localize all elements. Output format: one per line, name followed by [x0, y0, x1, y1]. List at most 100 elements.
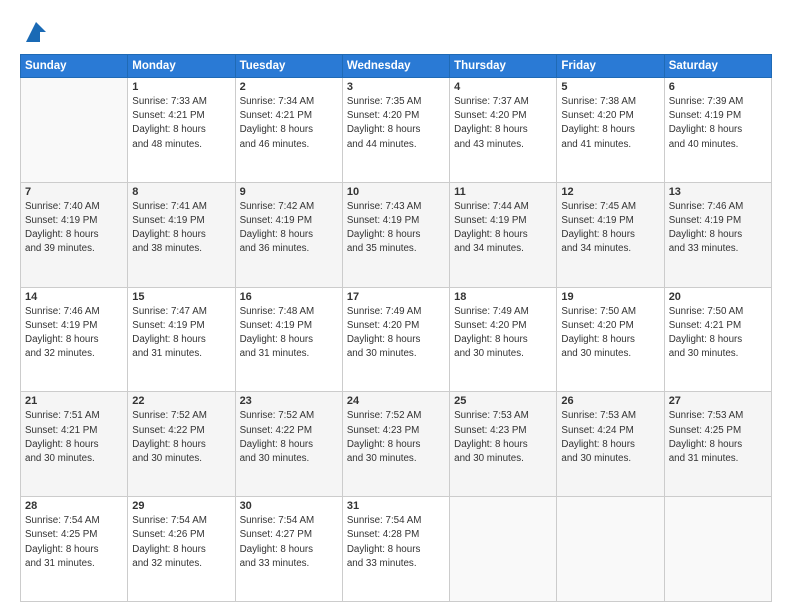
- calendar-cell: 24 Sunrise: 7:52 AM Sunset: 4:23 PM Dayli…: [342, 392, 449, 497]
- cell-content: Sunrise: 7:50 AM Sunset: 4:20 PM Dayligh…: [561, 305, 659, 362]
- calendar-cell: 28 Sunrise: 7:54 AM Sunset: 4:25 PM Dayli…: [21, 497, 128, 602]
- day-number: 22: [132, 395, 230, 407]
- calendar-week-1: 7 Sunrise: 7:40 AM Sunset: 4:19 PM Daylig…: [21, 182, 772, 287]
- day-number: 30: [240, 500, 338, 512]
- cell-content: Sunrise: 7:42 AM Sunset: 4:19 PM Dayligh…: [240, 200, 338, 257]
- cell-content: Sunrise: 7:54 AM Sunset: 4:28 PM Dayligh…: [347, 514, 445, 571]
- day-number: 7: [25, 186, 123, 198]
- cell-content: Sunrise: 7:43 AM Sunset: 4:19 PM Dayligh…: [347, 200, 445, 257]
- cell-content: Sunrise: 7:54 AM Sunset: 4:25 PM Dayligh…: [25, 514, 123, 571]
- day-header-saturday: Saturday: [664, 55, 771, 78]
- day-number: 17: [347, 291, 445, 303]
- calendar-cell: 23 Sunrise: 7:52 AM Sunset: 4:22 PM Dayli…: [235, 392, 342, 497]
- logo-icon: [22, 18, 50, 46]
- calendar-cell: 20 Sunrise: 7:50 AM Sunset: 4:21 PM Dayli…: [664, 287, 771, 392]
- day-number: 18: [454, 291, 552, 303]
- day-number: 1: [132, 81, 230, 93]
- calendar-cell: 18 Sunrise: 7:49 AM Sunset: 4:20 PM Dayli…: [450, 287, 557, 392]
- cell-content: Sunrise: 7:53 AM Sunset: 4:25 PM Dayligh…: [669, 409, 767, 466]
- calendar-cell: 17 Sunrise: 7:49 AM Sunset: 4:20 PM Dayli…: [342, 287, 449, 392]
- calendar-week-3: 21 Sunrise: 7:51 AM Sunset: 4:21 PM Dayli…: [21, 392, 772, 497]
- cell-content: Sunrise: 7:48 AM Sunset: 4:19 PM Dayligh…: [240, 305, 338, 362]
- calendar-cell: [21, 78, 128, 183]
- day-header-monday: Monday: [128, 55, 235, 78]
- day-number: 6: [669, 81, 767, 93]
- calendar-cell: 27Sunrise: 7:53 AM Sunset: 4:25 PM Dayli…: [664, 392, 771, 497]
- cell-content: Sunrise: 7:40 AM Sunset: 4:19 PM Dayligh…: [25, 200, 123, 257]
- calendar-cell: 2 Sunrise: 7:34 AM Sunset: 4:21 PM Daylig…: [235, 78, 342, 183]
- cell-content: Sunrise: 7:37 AM Sunset: 4:20 PM Dayligh…: [454, 95, 552, 152]
- calendar-cell: [664, 497, 771, 602]
- cell-content: Sunrise: 7:39 AM Sunset: 4:19 PM Dayligh…: [669, 95, 767, 152]
- day-number: 23: [240, 395, 338, 407]
- calendar-cell: 6 Sunrise: 7:39 AM Sunset: 4:19 PM Daylig…: [664, 78, 771, 183]
- day-number: 11: [454, 186, 552, 198]
- day-number: 16: [240, 291, 338, 303]
- cell-content: Sunrise: 7:46 AM Sunset: 4:19 PM Dayligh…: [25, 305, 123, 362]
- calendar-cell: 26Sunrise: 7:53 AM Sunset: 4:24 PM Dayli…: [557, 392, 664, 497]
- day-number: 8: [132, 186, 230, 198]
- cell-content: Sunrise: 7:44 AM Sunset: 4:19 PM Dayligh…: [454, 200, 552, 257]
- calendar-cell: 8 Sunrise: 7:41 AM Sunset: 4:19 PM Daylig…: [128, 182, 235, 287]
- day-header-tuesday: Tuesday: [235, 55, 342, 78]
- page: SundayMondayTuesdayWednesdayThursdayFrid…: [0, 0, 792, 612]
- cell-content: Sunrise: 7:54 AM Sunset: 4:27 PM Dayligh…: [240, 514, 338, 571]
- calendar-header-row: SundayMondayTuesdayWednesdayThursdayFrid…: [21, 55, 772, 78]
- calendar-cell: 12Sunrise: 7:45 AM Sunset: 4:19 PM Dayli…: [557, 182, 664, 287]
- day-header-sunday: Sunday: [21, 55, 128, 78]
- day-number: 2: [240, 81, 338, 93]
- calendar-cell: 19 Sunrise: 7:50 AM Sunset: 4:20 PM Dayli…: [557, 287, 664, 392]
- calendar-cell: 4 Sunrise: 7:37 AM Sunset: 4:20 PM Daylig…: [450, 78, 557, 183]
- calendar-cell: 9 Sunrise: 7:42 AM Sunset: 4:19 PM Daylig…: [235, 182, 342, 287]
- calendar-cell: 29Sunrise: 7:54 AM Sunset: 4:26 PM Dayli…: [128, 497, 235, 602]
- day-number: 28: [25, 500, 123, 512]
- day-number: 19: [561, 291, 659, 303]
- day-header-thursday: Thursday: [450, 55, 557, 78]
- cell-content: Sunrise: 7:52 AM Sunset: 4:22 PM Dayligh…: [132, 409, 230, 466]
- calendar-cell: 21 Sunrise: 7:51 AM Sunset: 4:21 PM Dayli…: [21, 392, 128, 497]
- cell-content: Sunrise: 7:41 AM Sunset: 4:19 PM Dayligh…: [132, 200, 230, 257]
- logo: [20, 18, 50, 46]
- calendar-cell: 22 Sunrise: 7:52 AM Sunset: 4:22 PM Dayli…: [128, 392, 235, 497]
- cell-content: Sunrise: 7:51 AM Sunset: 4:21 PM Dayligh…: [25, 409, 123, 466]
- day-number: 21: [25, 395, 123, 407]
- day-number: 3: [347, 81, 445, 93]
- cell-content: Sunrise: 7:35 AM Sunset: 4:20 PM Dayligh…: [347, 95, 445, 152]
- day-number: 12: [561, 186, 659, 198]
- calendar-cell: [557, 497, 664, 602]
- calendar-cell: 15 Sunrise: 7:47 AM Sunset: 4:19 PM Dayli…: [128, 287, 235, 392]
- header: [20, 18, 772, 46]
- calendar-week-0: 1Sunrise: 7:33 AM Sunset: 4:21 PM Daylig…: [21, 78, 772, 183]
- day-number: 10: [347, 186, 445, 198]
- calendar-cell: 11 Sunrise: 7:44 AM Sunset: 4:19 PM Dayli…: [450, 182, 557, 287]
- cell-content: Sunrise: 7:52 AM Sunset: 4:23 PM Dayligh…: [347, 409, 445, 466]
- day-number: 15: [132, 291, 230, 303]
- calendar-table: SundayMondayTuesdayWednesdayThursdayFrid…: [20, 54, 772, 602]
- day-number: 20: [669, 291, 767, 303]
- day-number: 24: [347, 395, 445, 407]
- calendar-cell: [450, 497, 557, 602]
- cell-content: Sunrise: 7:53 AM Sunset: 4:24 PM Dayligh…: [561, 409, 659, 466]
- calendar-cell: 10 Sunrise: 7:43 AM Sunset: 4:19 PM Dayli…: [342, 182, 449, 287]
- cell-content: Sunrise: 7:54 AM Sunset: 4:26 PM Dayligh…: [132, 514, 230, 571]
- calendar-cell: 16 Sunrise: 7:48 AM Sunset: 4:19 PM Dayli…: [235, 287, 342, 392]
- cell-content: Sunrise: 7:50 AM Sunset: 4:21 PM Dayligh…: [669, 305, 767, 362]
- cell-content: Sunrise: 7:52 AM Sunset: 4:22 PM Dayligh…: [240, 409, 338, 466]
- cell-content: Sunrise: 7:49 AM Sunset: 4:20 PM Dayligh…: [454, 305, 552, 362]
- calendar-week-4: 28 Sunrise: 7:54 AM Sunset: 4:25 PM Dayli…: [21, 497, 772, 602]
- cell-content: Sunrise: 7:38 AM Sunset: 4:20 PM Dayligh…: [561, 95, 659, 152]
- day-header-friday: Friday: [557, 55, 664, 78]
- calendar-cell: 14 Sunrise: 7:46 AM Sunset: 4:19 PM Dayli…: [21, 287, 128, 392]
- day-number: 14: [25, 291, 123, 303]
- calendar-cell: 13Sunrise: 7:46 AM Sunset: 4:19 PM Dayli…: [664, 182, 771, 287]
- cell-content: Sunrise: 7:34 AM Sunset: 4:21 PM Dayligh…: [240, 95, 338, 152]
- day-number: 31: [347, 500, 445, 512]
- day-number: 9: [240, 186, 338, 198]
- calendar-cell: 7 Sunrise: 7:40 AM Sunset: 4:19 PM Daylig…: [21, 182, 128, 287]
- calendar-week-2: 14 Sunrise: 7:46 AM Sunset: 4:19 PM Dayli…: [21, 287, 772, 392]
- calendar-cell: 1Sunrise: 7:33 AM Sunset: 4:21 PM Daylig…: [128, 78, 235, 183]
- cell-content: Sunrise: 7:47 AM Sunset: 4:19 PM Dayligh…: [132, 305, 230, 362]
- cell-content: Sunrise: 7:49 AM Sunset: 4:20 PM Dayligh…: [347, 305, 445, 362]
- day-header-wednesday: Wednesday: [342, 55, 449, 78]
- day-number: 4: [454, 81, 552, 93]
